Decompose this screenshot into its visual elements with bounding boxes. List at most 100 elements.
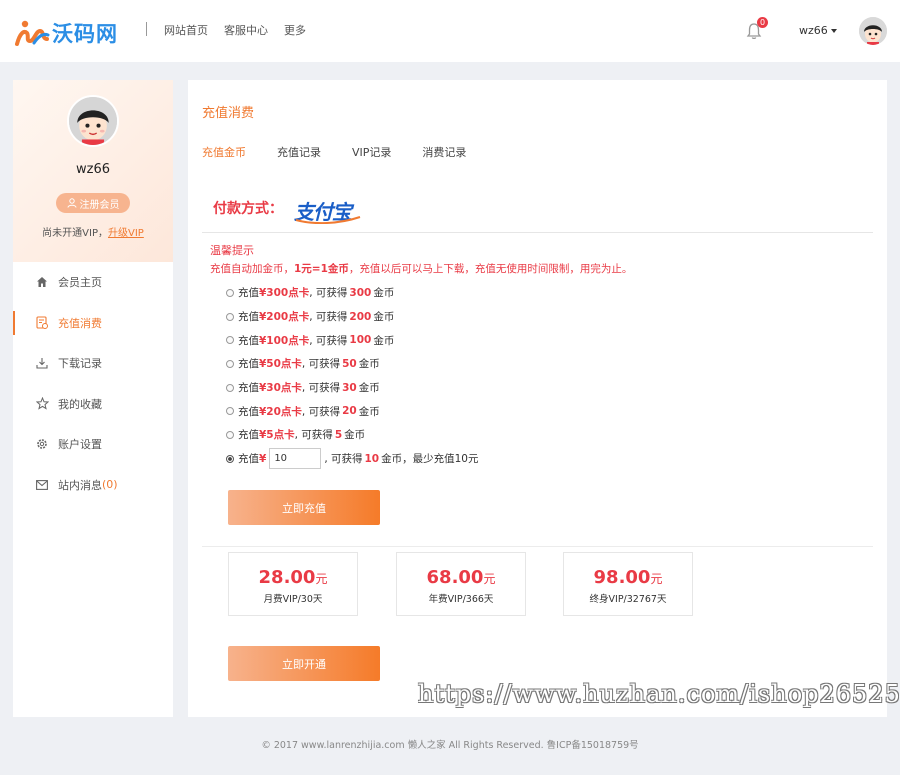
gear-icon (35, 437, 49, 451)
recharge-option-20[interactable]: 充值 ¥20点卡, 可获得 20 金币 (226, 399, 479, 423)
option-suffix: 金币 (373, 311, 395, 324)
tab-vip-records[interactable]: VIP记录 (352, 144, 391, 160)
recharge-option-30[interactable]: 充值 ¥30点卡, 可获得 30 金币 (226, 376, 479, 400)
tips-text: 充值自动加金币， (210, 263, 294, 275)
vip-price-unit: 元 (650, 572, 663, 586)
option-price: ¥30点卡 (259, 382, 302, 395)
radio-button[interactable] (226, 383, 234, 392)
star-icon (35, 397, 49, 411)
site-logo[interactable]: 沃码网 (14, 18, 118, 48)
page-title: 充值消费 (202, 106, 255, 121)
invoice-icon (35, 316, 49, 330)
vip-plan-yearly[interactable]: 68.00元 年费VIP/366天 (396, 552, 526, 616)
vip-price: 68.00元 (397, 567, 525, 588)
option-suffix: 金币 (358, 382, 380, 395)
option-prefix: 充值 (238, 287, 259, 300)
radio-button[interactable] (226, 430, 234, 439)
option-prefix: 充值 (238, 334, 259, 347)
radio-button[interactable] (226, 288, 234, 297)
recharge-option-300[interactable]: 充值 ¥300点卡, 可获得 300 金币 (226, 281, 479, 305)
sidebar-item-settings[interactable]: 账户设置 (13, 424, 173, 465)
cartoon-avatar-icon (859, 17, 887, 45)
nav-home[interactable]: 网站首页 (164, 22, 208, 38)
option-amount: 10 (364, 452, 380, 465)
sidebar-item-recharge[interactable]: 充值消费 (13, 303, 173, 344)
option-price: ¥20点卡 (259, 405, 302, 418)
divider (202, 546, 873, 547)
sidebar-item-downloads[interactable]: 下载记录 (13, 343, 173, 384)
option-amount: 5 (334, 428, 343, 441)
vip-desc: 月费VIP/30天 (263, 594, 323, 605)
watermark: https://www.huzhan.com/ishop26525 (418, 680, 900, 708)
custom-amount-input[interactable] (269, 448, 322, 470)
home-icon (35, 275, 49, 289)
user-menu[interactable]: wz66 (799, 24, 837, 37)
sidebar-item-home[interactable]: 会员主页 (13, 262, 173, 303)
nav-service[interactable]: 客服中心 (224, 22, 268, 38)
sidebar-item-favorites[interactable]: 我的收藏 (13, 384, 173, 425)
main-panel: 充值消费 充值金币 充值记录 VIP记录 消费记录 付款方式： 支付宝 温馨提示… (188, 80, 887, 717)
tab-bar: 充值金币 充值记录 VIP记录 消费记录 (202, 144, 466, 160)
option-currency: ¥ (259, 452, 267, 465)
recharge-options: 充值 ¥300点卡, 可获得 300 金币 充值 ¥200点卡, 可获得 200… (226, 281, 479, 471)
vip-price-value: 68.00 (426, 567, 484, 588)
tips-rate: 1元=1金币 (294, 263, 349, 275)
logo-mark-icon (15, 20, 50, 46)
option-amount: 30 (342, 381, 357, 394)
recharge-option-custom[interactable]: 充值 ¥ , 可获得 10 金币，最少充值10元 (226, 447, 479, 471)
radio-button[interactable] (226, 336, 234, 345)
radio-button-selected[interactable] (226, 454, 234, 463)
top-header: 沃码网 网站首页 客服中心 更多 0 wz66 (0, 0, 900, 62)
profile-card: wz66 注册会员 尚未开通VIP，升级VIP (13, 80, 173, 262)
vip-price: 28.00元 (229, 567, 357, 588)
radio-button[interactable] (226, 407, 234, 416)
option-mid: , 可获得 (309, 311, 348, 324)
option-mid: , 可获得 (294, 429, 333, 442)
option-prefix: 充值 (238, 405, 259, 418)
sidebar-item-label: 站内消息 (58, 478, 102, 492)
vip-plan-lifetime[interactable]: 98.00元 终身VIP/32767天 (563, 552, 693, 616)
nav-divider (146, 22, 147, 36)
vip-price-value: 28.00 (258, 567, 316, 588)
option-suffix: 金币，最少充值10元 (381, 453, 479, 466)
logo-text: 沃码网 (52, 22, 118, 46)
option-suffix: 金币 (373, 334, 395, 347)
recharge-option-50[interactable]: 充值 ¥50点卡, 可获得 50 金币 (226, 352, 479, 376)
cartoon-avatar-icon (69, 97, 117, 145)
radio-button[interactable] (226, 312, 234, 321)
vip-plan-monthly[interactable]: 28.00元 月费VIP/30天 (228, 552, 358, 616)
register-member-button[interactable]: 注册会员 (56, 193, 130, 213)
upgrade-vip-link[interactable]: 升级VIP (108, 228, 144, 239)
recharge-now-button[interactable]: 立即充值 (228, 490, 380, 525)
sidebar-menu: 会员主页 充值消费 下载记录 我的收藏 账户设置 站内消息 (0) (13, 262, 173, 505)
option-suffix: 金币 (344, 429, 366, 442)
tab-recharge-records[interactable]: 充值记录 (277, 144, 321, 160)
tips-title: 温馨提示 (210, 244, 254, 257)
option-amount: 20 (342, 405, 357, 418)
divider (202, 232, 873, 233)
open-vip-button[interactable]: 立即开通 (228, 646, 380, 681)
profile-username: wz66 (76, 162, 110, 177)
recharge-option-5[interactable]: 充值 ¥5点卡, 可获得 5 金币 (226, 423, 479, 447)
sidebar-item-label: 充值消费 (58, 316, 102, 330)
top-nav: 网站首页 客服中心 更多 (164, 22, 306, 38)
notification-badge: 0 (757, 17, 768, 28)
recharge-option-100[interactable]: 充值 ¥100点卡, 可获得 100 金币 (226, 328, 479, 352)
mail-icon (35, 478, 49, 492)
option-mid: , 可获得 (309, 287, 348, 300)
radio-button[interactable] (226, 359, 234, 368)
option-suffix: 金币 (373, 287, 395, 300)
vip-price-unit: 元 (483, 572, 496, 586)
option-mid: , 可获得 (301, 405, 341, 418)
sidebar-item-label: 我的收藏 (58, 397, 102, 411)
avatar[interactable] (859, 17, 887, 45)
option-prefix: 充值 (238, 311, 259, 324)
tab-recharge-coins[interactable]: 充值金币 (202, 144, 246, 160)
tab-consumption-records[interactable]: 消费记录 (422, 144, 466, 160)
vip-status-line: 尚未开通VIP，升级VIP (13, 224, 173, 239)
recharge-option-200[interactable]: 充值 ¥200点卡, 可获得 200 金币 (226, 305, 479, 329)
option-mid: , 可获得 (301, 358, 341, 371)
sidebar-item-messages[interactable]: 站内消息 (0) (13, 465, 173, 506)
profile-avatar[interactable] (67, 95, 119, 147)
nav-more[interactable]: 更多 (284, 22, 306, 38)
